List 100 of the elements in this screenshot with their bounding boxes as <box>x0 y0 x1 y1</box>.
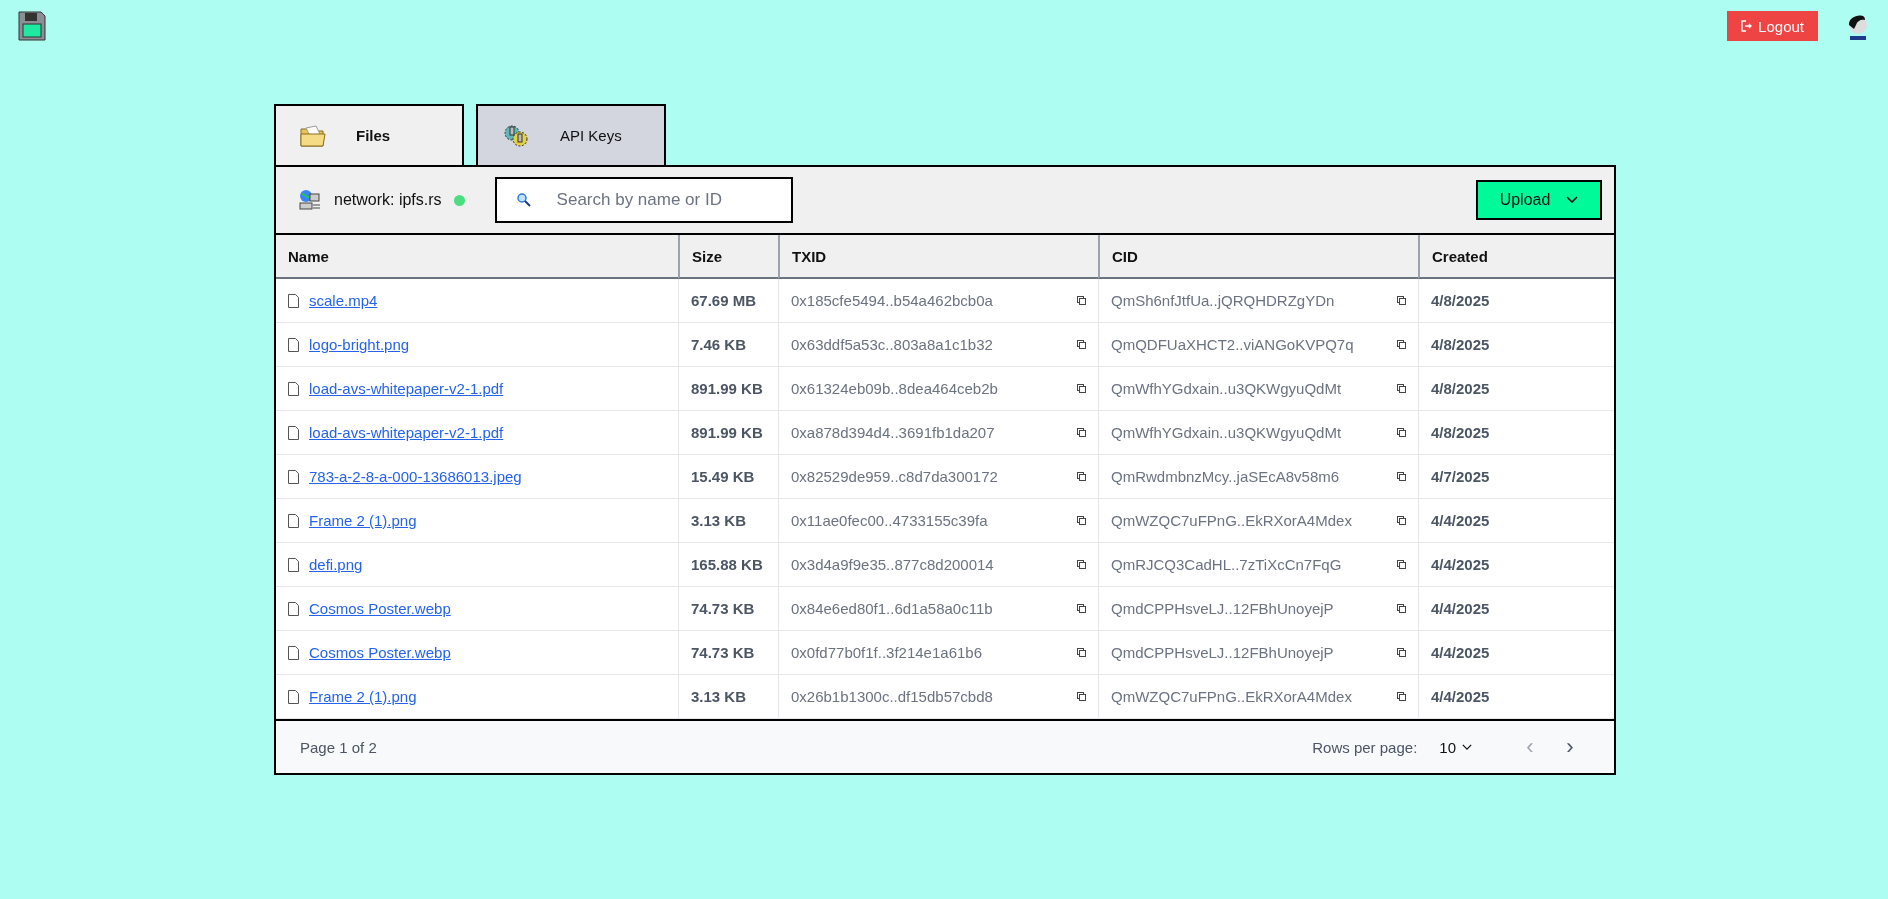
copy-icon[interactable] <box>1397 604 1406 613</box>
file-icon <box>288 381 299 396</box>
cid-text: QmQDFUaXHCT2..viANGoKVPQ7q <box>1111 336 1355 353</box>
file-link[interactable]: Frame 2 (1).png <box>309 688 417 705</box>
copy-icon[interactable] <box>1397 472 1406 481</box>
date-cell: 4/4/2025 <box>1418 499 1614 543</box>
folder-icon <box>300 124 326 147</box>
copy-icon[interactable] <box>1397 560 1406 569</box>
copy-icon[interactable] <box>1077 472 1086 481</box>
copy-icon[interactable] <box>1397 340 1406 349</box>
cid-text: QmRJCQ3CadHL..7zTiXcCn7FqG <box>1111 556 1343 573</box>
txid-text: 0x63ddf5a53c..803a8a1c1b32 <box>791 336 994 353</box>
cid-text: QmRwdmbnzMcy..jaSEcA8v58m6 <box>1111 468 1341 485</box>
copy-icon[interactable] <box>1077 516 1086 525</box>
copy-icon[interactable] <box>1397 516 1406 525</box>
network-computer-icon <box>298 188 322 212</box>
column-header: Size <box>678 235 778 279</box>
file-icon <box>288 293 299 308</box>
cid-text: QmWZQC7uFPnG..EkRXorA4Mdex <box>1111 512 1353 529</box>
copy-icon[interactable] <box>1077 604 1086 613</box>
logout-icon <box>1741 20 1753 32</box>
txid-text: 0x11ae0fec00..4733155c39fa <box>791 512 989 529</box>
size-cell: 3.13 KB <box>678 499 778 543</box>
cid-text: QmWfhYGdxain..u3QKWgyuQdMt <box>1111 424 1343 441</box>
file-icon <box>288 337 299 352</box>
date-cell: 4/7/2025 <box>1418 455 1614 499</box>
txid-text: 0xa878d394d4..3691fb1da207 <box>791 424 996 441</box>
size-cell: 165.88 KB <box>678 543 778 587</box>
txid-text: 0x3d4a9f9e35..877c8d200014 <box>791 556 995 573</box>
column-header: TXID <box>778 235 1098 279</box>
file-icon <box>288 513 299 528</box>
copy-icon[interactable] <box>1397 296 1406 305</box>
column-header: Name <box>276 235 678 279</box>
file-link[interactable]: load-avs-whitepaper-v2-1.pdf <box>309 424 504 441</box>
next-page-button[interactable]: › <box>1550 733 1590 761</box>
copy-icon[interactable] <box>1077 560 1086 569</box>
tab[interactable]: API Keys <box>476 104 666 165</box>
chevron-down-icon <box>1566 196 1579 204</box>
column-header: CID <box>1098 235 1418 279</box>
date-cell: 4/4/2025 <box>1418 631 1614 675</box>
file-link[interactable]: defi.png <box>309 556 363 573</box>
txid-text: 0x84e6ed80f1..6d1a58a0c11b <box>791 600 994 617</box>
copy-icon[interactable] <box>1077 296 1086 305</box>
copy-icon[interactable] <box>1077 428 1086 437</box>
upload-button[interactable]: Upload <box>1476 180 1602 220</box>
cid-text: QmSh6nfJtfUa..jQRQHDRZgYDn <box>1111 292 1336 309</box>
copy-icon[interactable] <box>1077 384 1086 393</box>
tab[interactable]: Files <box>274 104 464 165</box>
size-cell: 15.49 KB <box>678 455 778 499</box>
cid-text: QmWZQC7uFPnG..EkRXorA4Mdex <box>1111 688 1353 705</box>
size-cell: 891.99 KB <box>678 367 778 411</box>
copy-icon[interactable] <box>1397 428 1406 437</box>
column-header: Created <box>1418 235 1614 279</box>
file-icon <box>288 645 299 660</box>
file-icon <box>288 469 299 484</box>
copy-icon[interactable] <box>1397 384 1406 393</box>
date-cell: 4/4/2025 <box>1418 587 1614 631</box>
chevron-down-icon <box>1462 744 1472 750</box>
date-cell: 4/8/2025 <box>1418 279 1614 323</box>
file-link[interactable]: load-avs-whitepaper-v2-1.pdf <box>309 380 504 397</box>
txid-text: 0x26b1b1300c..df15db57cbd8 <box>791 688 994 705</box>
copy-icon[interactable] <box>1077 340 1086 349</box>
txid-text: 0x0fd77b0f1f..3f214e1a61b6 <box>791 644 983 661</box>
copy-icon[interactable] <box>1077 692 1086 701</box>
rows-per-page-label: Rows per page: <box>1312 738 1418 756</box>
date-cell: 4/8/2025 <box>1418 411 1614 455</box>
cid-text: QmdCPPHsveLJ..12FBhUnoyejP <box>1111 644 1335 661</box>
file-link[interactable]: Cosmos Poster.webp <box>309 600 451 617</box>
size-cell: 891.99 KB <box>678 411 778 455</box>
date-cell: 4/8/2025 <box>1418 367 1614 411</box>
size-cell: 67.69 MB <box>678 279 778 323</box>
size-cell: 74.73 KB <box>678 587 778 631</box>
copy-icon[interactable] <box>1077 648 1086 657</box>
txid-text: 0x61324eb09b..8dea464ceb2b <box>791 380 999 397</box>
network-label: network: ipfs.rs <box>334 191 442 209</box>
file-icon <box>288 601 299 616</box>
logout-button[interactable]: Logout <box>1727 11 1818 41</box>
file-link[interactable]: logo-bright.png <box>309 336 410 353</box>
date-cell: 4/4/2025 <box>1418 543 1614 587</box>
page-indicator: Page 1 of 2 <box>300 738 377 756</box>
rows-per-page-select[interactable]: 10 <box>1433 737 1478 757</box>
size-cell: 7.46 KB <box>678 323 778 367</box>
search-field[interactable]: Search by name or ID <box>494 177 793 223</box>
file-link[interactable]: scale.mp4 <box>309 292 378 309</box>
copy-icon[interactable] <box>1397 648 1406 657</box>
file-link[interactable]: Cosmos Poster.webp <box>309 644 451 661</box>
file-icon <box>288 689 299 704</box>
date-cell: 4/8/2025 <box>1418 323 1614 367</box>
file-link[interactable]: Frame 2 (1).png <box>309 512 417 529</box>
search-icon <box>516 193 531 207</box>
cid-text: QmWfhYGdxain..u3QKWgyuQdMt <box>1111 380 1343 397</box>
file-icon <box>288 557 299 572</box>
size-cell: 74.73 KB <box>678 631 778 675</box>
cid-text: QmdCPPHsveLJ..12FBhUnoyejP <box>1111 600 1335 617</box>
txid-text: 0x185cfe5494..b54a462bcb0a <box>791 292 994 309</box>
gears-icon <box>502 123 530 148</box>
file-icon <box>288 425 299 440</box>
file-link[interactable]: 783-a-2-8-a-000-13686013.jpeg <box>309 468 522 485</box>
txid-text: 0x82529de959..c8d7da300172 <box>791 468 999 485</box>
copy-icon[interactable] <box>1397 692 1406 701</box>
